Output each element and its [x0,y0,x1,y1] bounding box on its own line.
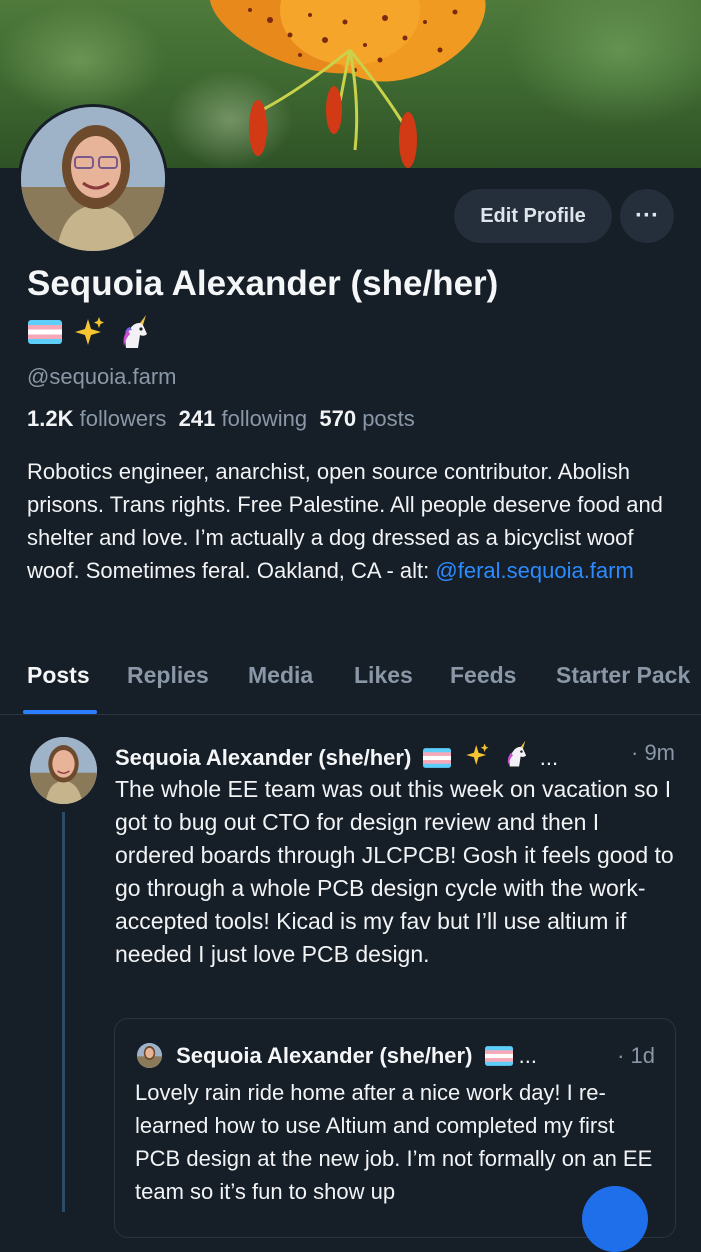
post-timestamp[interactable]: · 9m [631,740,675,766]
profile-emoji-row [28,314,152,350]
tab-likes[interactable]: Likes [354,662,413,689]
following-stat[interactable]: 241 following [179,406,307,431]
unicorn-icon [507,740,526,767]
profile-tabs: Posts Replies Media Likes Feeds Starter … [0,656,701,715]
profile-bio: Robotics engineer, anarchist, open sourc… [27,455,687,587]
transgender-flag-icon [484,1046,513,1066]
quoted-name-ellipsis: ... [518,1043,537,1068]
edit-profile-button[interactable]: Edit Profile [454,189,612,243]
post-header: Sequoia Alexander (she/her) ... · 9m [115,740,678,771]
profile-avatar-image [21,107,165,251]
post-body-text: The whole EE team was out this week on v… [115,776,674,967]
post-author-name[interactable]: Sequoia Alexander (she/her) [115,745,411,770]
transgender-flag-icon [423,748,452,768]
tab-media[interactable]: Media [248,662,313,689]
tab-posts[interactable]: Posts [27,662,90,689]
quoted-post-text: Lovely rain ride home after a nice work … [135,1080,653,1204]
unicorn-icon [123,315,147,348]
profile-stats: 1.2K followers 241 following 570 posts [27,406,415,432]
post-name-ellipsis: ... [539,745,559,770]
sparkles-icon [75,317,104,345]
more-options-button[interactable]: ··· [620,189,674,243]
profile-avatar[interactable] [18,104,168,254]
tab-feeds[interactable]: Feeds [450,662,516,689]
quoted-post-header: Sequoia Alexander (she/her) ... · 1d [137,1043,657,1069]
post-author-avatar[interactable] [30,737,97,804]
transgender-flag-icon [28,320,62,344]
quoted-post-timestamp: · 1d [617,1043,655,1068]
quoted-author-avatar-image [137,1043,162,1068]
quoted-author-name: Sequoia Alexander (she/her) [176,1043,473,1068]
sparkles-icon [465,743,489,765]
active-tab-indicator [23,710,97,714]
post-author-avatar-image [30,737,97,804]
tab-replies[interactable]: Replies [127,662,209,689]
tab-starter-pack[interactable]: Starter Pack [556,662,690,689]
quoted-author-avatar [137,1043,162,1068]
followers-stat[interactable]: 1.2K followers [27,406,166,431]
thread-connector-line [62,812,65,1212]
compose-post-button[interactable] [582,1186,648,1252]
profile-display-name: Sequoia Alexander (she/her) [27,264,499,303]
bio-alt-handle-link[interactable]: @feral.sequoia.farm [435,558,633,583]
profile-handle: @sequoia.farm [27,364,177,389]
more-icon: ··· [635,202,659,229]
posts-stat: 570 posts [319,406,415,431]
